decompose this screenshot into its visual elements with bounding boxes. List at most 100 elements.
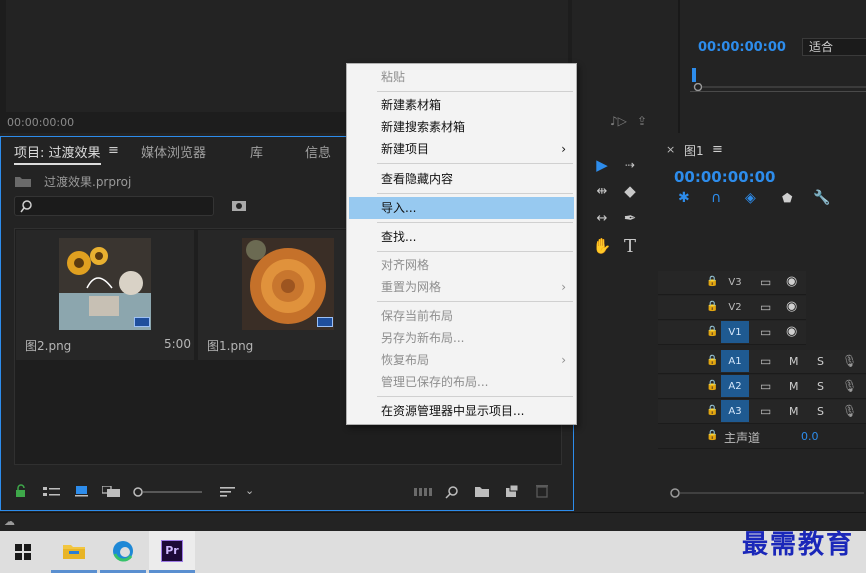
timeline-timecode[interactable]: 00:00:00:00 [674, 168, 776, 186]
panel-menu-icon[interactable]: ≡ [108, 143, 119, 158]
tab-project[interactable]: 项目: 过渡效果 [14, 142, 101, 165]
track-label[interactable]: V2 [721, 296, 749, 318]
sync-lock-icon[interactable]: ▭ [760, 300, 771, 314]
fit-select[interactable]: 适合 [802, 38, 866, 56]
menu-item-save-layout[interactable]: 保存当前布局 [347, 305, 576, 327]
search-input[interactable] [14, 196, 214, 216]
timeline-zoom-scrollbar[interactable] [668, 487, 866, 499]
automate-to-sequence-icon[interactable] [414, 486, 432, 498]
new-item-icon[interactable] [505, 485, 519, 498]
track-lock-icon[interactable]: 🔒 [706, 405, 718, 416]
eye-icon[interactable]: ◉ [786, 299, 797, 314]
snap-icon[interactable]: ∩ [711, 190, 721, 206]
solo-button[interactable]: S [817, 380, 824, 393]
menu-item-save-as-new-layout[interactable]: 另存为新布局... [347, 327, 576, 349]
track-label[interactable]: A2 [721, 375, 749, 397]
add-marker-icon[interactable]: ⬟ [782, 191, 792, 205]
wrench-icon[interactable]: 🔧 [813, 190, 830, 206]
new-search-bin-icon[interactable] [231, 199, 247, 213]
track-label[interactable]: A1 [721, 350, 749, 372]
menu-item-view-hidden[interactable]: 查看隐藏内容 [347, 168, 576, 190]
export-frame-icon[interactable]: ♪▷ [610, 114, 627, 128]
razor-tool-icon[interactable]: ◆ [619, 180, 641, 202]
sync-lock-icon[interactable]: ▭ [760, 325, 771, 339]
windows-start-icon[interactable] [0, 531, 46, 573]
source-timecode[interactable]: 00:00:00:00 [7, 116, 74, 129]
mute-button[interactable]: M [789, 355, 799, 368]
solo-button[interactable]: S [817, 405, 824, 418]
cloud-sync-icon[interactable]: ☁ [4, 515, 15, 528]
find-icon[interactable] [445, 485, 459, 499]
menu-item-manage-layouts[interactable]: 管理已保存的布局... [347, 371, 576, 393]
insert-icon[interactable]: ⇪ [637, 114, 647, 128]
linked-selection-icon[interactable]: ◈ [745, 190, 756, 206]
menu-item-new-item[interactable]: 新建项目 › [347, 138, 576, 160]
microphone-icon[interactable]: 🎙 [842, 354, 857, 368]
track-v1[interactable]: 🔒 V1 ▭ ◉ [658, 321, 806, 345]
menu-item-new-bin[interactable]: 新建素材箱 [347, 94, 576, 116]
tab-libraries[interactable]: 库 [250, 142, 263, 161]
eye-icon[interactable]: ◉ [786, 324, 797, 339]
track-a1[interactable]: 🔒 A1 ▭ M S 🎙 [658, 350, 866, 374]
slip-tool-icon[interactable]: ↔ [591, 207, 613, 229]
type-tool-icon[interactable]: T [619, 235, 641, 257]
freeform-view-icon[interactable] [102, 486, 122, 498]
file-explorer-icon[interactable] [51, 531, 97, 573]
selection-tool-icon[interactable]: ▶ [591, 154, 613, 176]
tab-media-browser[interactable]: 媒体浏览器 [141, 142, 206, 161]
track-lock-icon[interactable]: 🔒 [706, 301, 718, 312]
menu-item-paste[interactable]: 粘贴 [347, 66, 576, 88]
sync-lock-icon[interactable]: ▭ [760, 354, 771, 368]
track-label[interactable]: V3 [721, 271, 749, 293]
list-view-icon[interactable] [43, 486, 61, 498]
new-bin-icon[interactable] [474, 485, 490, 498]
microphone-icon[interactable]: 🎙 [842, 404, 857, 418]
track-lock-icon[interactable]: 🔒 [706, 380, 718, 391]
menu-item-find[interactable]: 查找... [347, 226, 576, 248]
menu-item-import[interactable]: 导入... [349, 197, 574, 219]
menu-item-new-search-bin[interactable]: 新建搜索素材箱 [347, 116, 576, 138]
lock-icon[interactable] [14, 484, 28, 498]
pen-tool-icon[interactable]: ✒ [619, 207, 641, 229]
microphone-icon[interactable]: 🎙 [842, 379, 857, 393]
track-lock-icon[interactable]: 🔒 [706, 355, 718, 366]
menu-item-restore-layout[interactable]: 恢复布局 › [347, 349, 576, 371]
hand-tool-icon[interactable]: ✋ [591, 235, 613, 257]
track-label[interactable]: A3 [721, 400, 749, 422]
menu-item-reset-to-grid[interactable]: 重置为网格 › [347, 276, 576, 298]
sync-lock-icon[interactable]: ▭ [760, 379, 771, 393]
nest-icon[interactable]: ✱ [678, 190, 690, 206]
timeline-menu-icon[interactable]: ≡ [712, 142, 723, 157]
ripple-edit-tool-icon[interactable]: ⇹ [591, 180, 613, 202]
tab-info[interactable]: 信息 [305, 142, 331, 161]
track-lock-icon[interactable]: 🔒 [706, 276, 718, 287]
menu-item-reveal-in-explorer[interactable]: 在资源管理器中显示项目... [347, 400, 576, 422]
track-v2[interactable]: 🔒 V2 ▭ ◉ [658, 296, 806, 320]
mute-button[interactable]: M [789, 380, 799, 393]
premiere-pro-icon[interactable]: Pr [149, 531, 195, 573]
eye-icon[interactable]: ◉ [786, 274, 797, 289]
close-icon[interactable]: × [666, 143, 675, 156]
track-lock-icon[interactable]: 🔒 [706, 326, 718, 337]
solo-button[interactable]: S [817, 355, 824, 368]
program-zoom-scrollbar[interactable] [692, 83, 866, 91]
track-v3[interactable]: 🔒 V3 ▭ ◉ [658, 271, 806, 295]
track-a2[interactable]: 🔒 A2 ▭ M S 🎙 [658, 375, 866, 399]
menu-item-align-to-grid[interactable]: 对齐网格 [347, 254, 576, 276]
trash-icon[interactable] [536, 484, 548, 498]
clip-item[interactable]: 图2.png 5:00 [16, 230, 194, 360]
edge-browser-icon[interactable] [100, 531, 146, 573]
program-timecode[interactable]: 00:00:00:00 [698, 40, 786, 55]
track-master[interactable]: 🔒 主声道 0.0 [658, 425, 866, 449]
mute-button[interactable]: M [789, 405, 799, 418]
program-playhead[interactable] [692, 68, 696, 82]
track-a3[interactable]: 🔒 A3 ▭ M S 🎙 [658, 400, 866, 424]
track-label[interactable]: V1 [721, 321, 749, 343]
sort-chevron-down-icon[interactable]: ⌄ [245, 484, 254, 497]
sync-lock-icon[interactable]: ▭ [760, 275, 771, 289]
track-lock-icon[interactable]: 🔒 [706, 430, 718, 441]
track-select-tool-icon[interactable]: ⇢ [619, 154, 641, 176]
sort-icon[interactable] [220, 486, 236, 498]
zoom-slider[interactable] [132, 486, 204, 498]
icon-view-icon[interactable] [75, 485, 89, 497]
